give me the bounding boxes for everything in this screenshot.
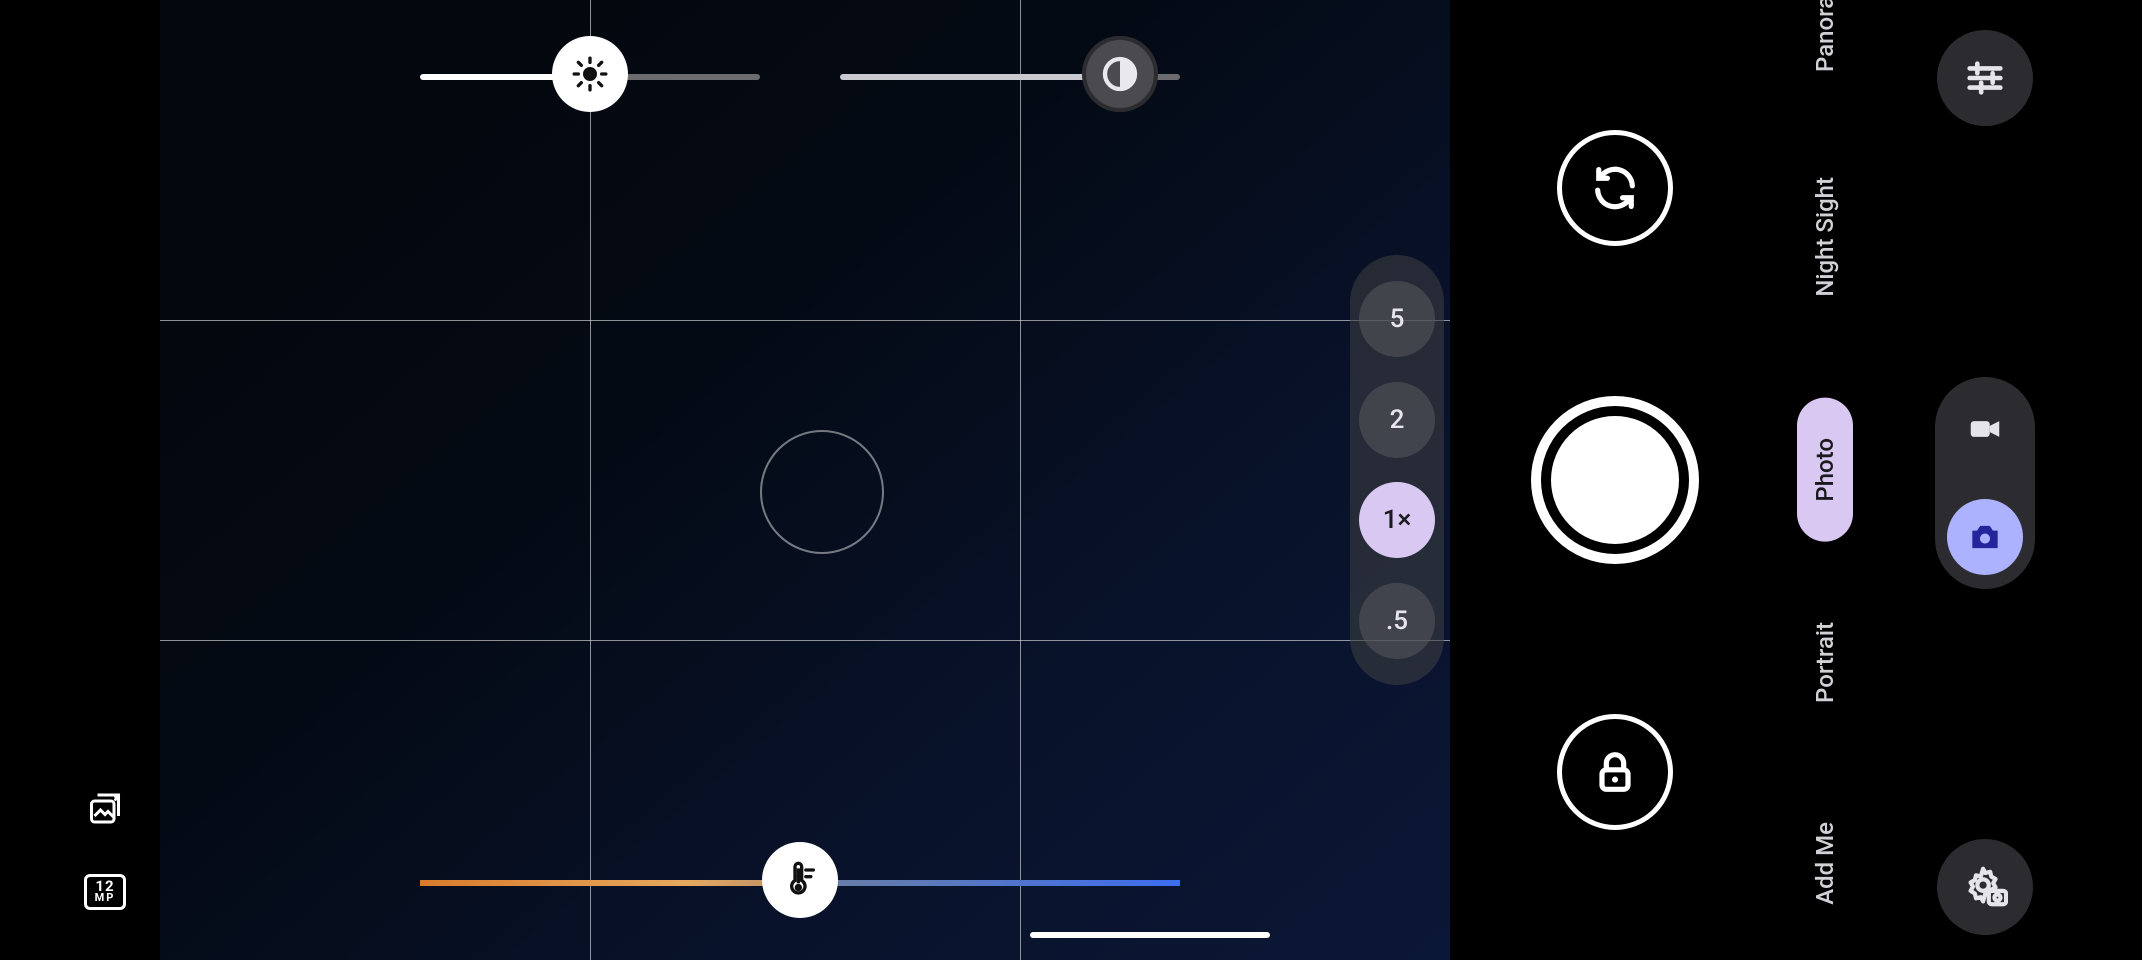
zoom-option-2x[interactable]: 2 [1359,382,1435,458]
zoom-option-0_5x[interactable]: .5 [1359,583,1435,659]
zoom-option-5x[interactable]: 5 [1359,281,1435,357]
flip-camera-icon [1589,162,1641,214]
zoom-label: .5 [1386,606,1408,636]
brightness-thumb[interactable] [552,36,628,112]
mode-portrait[interactable]: Portrait [1811,610,1839,715]
slider-track [840,74,1120,80]
adjustments-button[interactable] [1937,30,2033,126]
grid-line [160,640,1450,641]
photo-mode-button[interactable] [1947,499,2023,575]
mode-photo[interactable]: Photo [1797,398,1853,542]
zoom-option-1x[interactable]: 1× [1359,482,1435,558]
thermometer-icon [780,860,820,900]
grid-line [590,0,591,960]
settings-button[interactable] [1937,839,2033,935]
video-icon [1966,410,2004,448]
gesture-bar[interactable] [1030,932,1270,938]
photo-video-toggle [1935,377,2035,589]
switch-camera-button[interactable] [1557,130,1673,246]
brightness-slider[interactable] [420,74,760,80]
wb-warm-track [420,880,800,886]
sliders-icon [1962,55,2008,101]
lock-icon [1589,746,1641,798]
utility-controls [1905,0,2065,960]
mode-night-sight[interactable]: Night Sight [1811,165,1839,309]
zoom-label: 1× [1383,505,1412,535]
gallery-icon [87,792,123,828]
contrast-icon [1100,54,1140,94]
mode-add-me[interactable]: Add Me [1811,810,1839,917]
resolution-badge[interactable]: 12 MP [84,874,126,910]
white-balance-slider[interactable] [420,880,1180,886]
shadow-thumb[interactable] [1082,36,1158,112]
grid-line [1020,0,1021,960]
settings-camera-icon [1962,864,2008,910]
camera-icon [1966,518,2004,556]
viewfinder[interactable] [160,0,1450,960]
lock-focus-button[interactable] [1557,714,1673,830]
left-badges: 12 MP [84,790,126,910]
shadow-slider[interactable] [840,74,1180,80]
zoom-label: 5 [1390,304,1405,334]
mode-panorama[interactable]: Panorama [1811,0,1839,84]
zoom-selector: 5 2 1× .5 [1350,255,1444,685]
focus-ring[interactable] [760,430,884,554]
capture-controls [1530,0,1700,960]
white-balance-thumb[interactable] [762,842,838,918]
mode-selector[interactable]: Panorama Night Sight Photo Portrait Add … [1795,0,1855,960]
resolution-unit: MP [95,892,116,903]
shutter-button[interactable] [1531,396,1699,564]
zoom-label: 2 [1390,405,1405,435]
wb-cool-track [800,880,1180,886]
grid-line [160,320,1450,321]
video-mode-button[interactable] [1947,391,2023,467]
brightness-icon [570,54,610,94]
camera-app: 5 2 1× .5 12 MP [0,0,2142,960]
gallery-button[interactable] [85,790,125,830]
